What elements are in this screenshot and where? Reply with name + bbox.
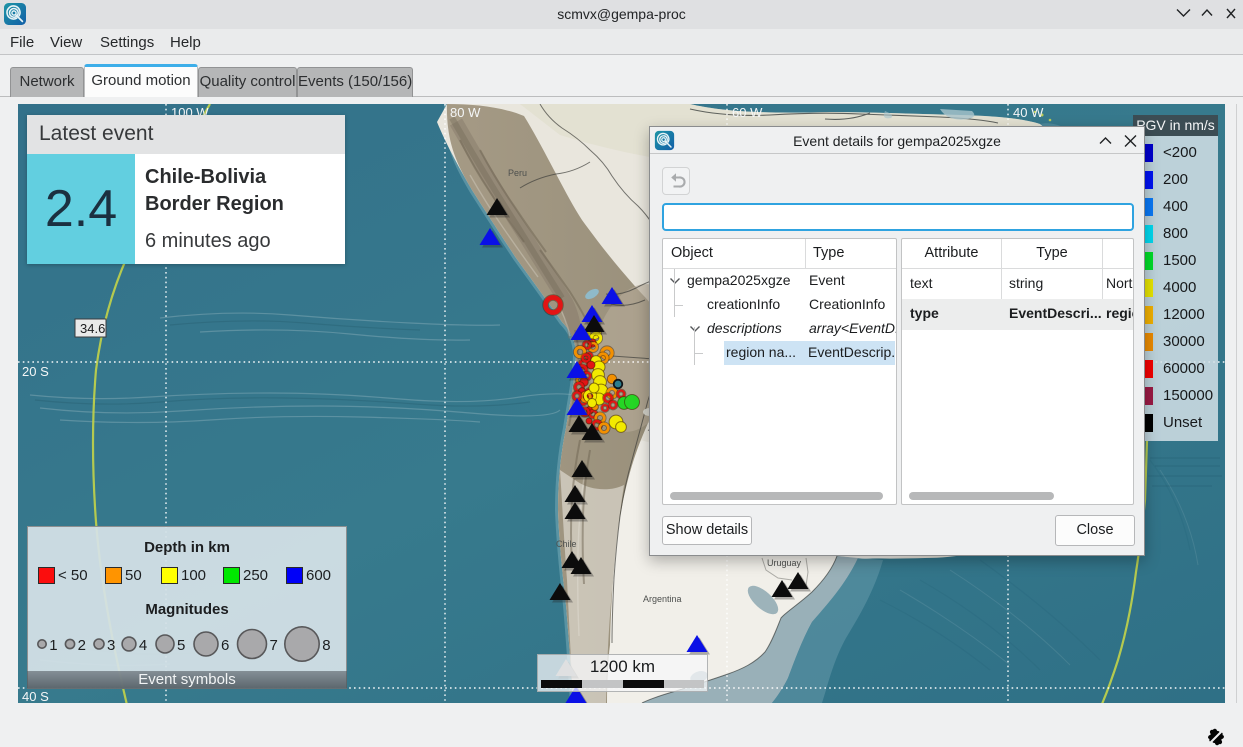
svg-text:Argentina: Argentina <box>643 594 682 604</box>
svg-text:1: 1 <box>49 637 57 654</box>
svg-text:40 W: 40 W <box>1013 105 1044 120</box>
svg-text:7: 7 <box>270 637 278 654</box>
svg-text:4: 4 <box>139 637 147 654</box>
svg-text:3: 3 <box>107 637 115 654</box>
svg-text:2: 2 <box>78 637 86 654</box>
svg-text:34.6: 34.6 <box>80 321 105 336</box>
svg-text:5: 5 <box>177 637 185 654</box>
svg-text:Chile: Chile <box>556 539 577 549</box>
svg-text:40 S: 40 S <box>22 689 49 703</box>
svg-text:20 S: 20 S <box>22 364 49 379</box>
svg-text:Uruguay: Uruguay <box>767 558 802 568</box>
svg-text:Peru: Peru <box>508 168 527 178</box>
svg-text:8: 8 <box>322 637 330 654</box>
svg-text:60 W: 60 W <box>732 105 763 120</box>
svg-text:80 W: 80 W <box>450 105 481 120</box>
svg-text:6: 6 <box>221 637 229 654</box>
